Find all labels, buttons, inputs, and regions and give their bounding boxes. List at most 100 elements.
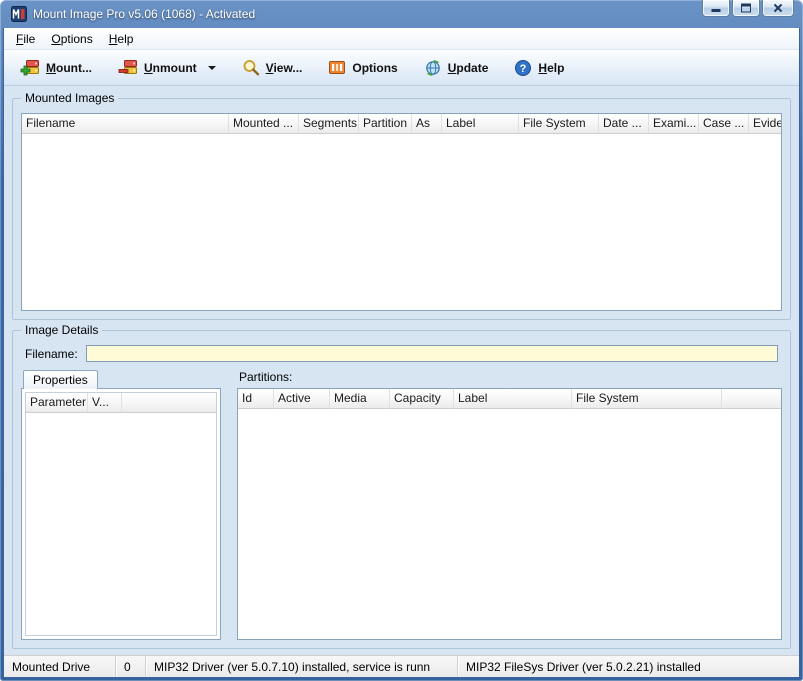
view-icon [243, 60, 259, 76]
column-partition[interactable]: Partition [359, 114, 412, 134]
unmount-dropdown-arrow[interactable] [207, 65, 216, 70]
column-as[interactable]: As [412, 114, 442, 134]
properties-tabstrip: Properties [21, 370, 221, 389]
properties-list[interactable]: Parameter V... [25, 392, 217, 636]
properties-header-filler [122, 393, 216, 413]
unmount-accel: U [144, 60, 153, 75]
window-controls [702, 0, 794, 17]
mount-button-label: Mount... [46, 61, 92, 75]
column-partition-file-system[interactable]: File System [572, 389, 722, 409]
options-button-label: Options [352, 61, 397, 75]
update-rest: pdate [456, 60, 489, 75]
mounted-images-header: Filename Mounted ... Segments Partition … [22, 114, 781, 134]
mount-button[interactable]: Mount... [9, 53, 103, 82]
update-button-label: Update [448, 61, 489, 75]
menu-help[interactable]: Help [101, 30, 142, 48]
update-icon [425, 59, 440, 76]
properties-tabpanel: Parameter V... [21, 388, 221, 640]
client-area: File Options Help Mount... Unmount View.… [3, 28, 800, 678]
image-details-group: Image Details Filename: Properties Param… [12, 323, 791, 649]
filename-input[interactable] [85, 345, 778, 362]
menu-file[interactable]: File [8, 30, 43, 48]
column-partition-label[interactable]: Label [454, 389, 572, 409]
unmount-button[interactable]: Unmount [107, 53, 227, 82]
view-rest: iew... [273, 60, 303, 75]
details-row: Properties Parameter V... Partitions: Id… [21, 370, 782, 640]
maximize-button[interactable] [732, 0, 760, 17]
help-button[interactable]: ? Help [503, 53, 575, 83]
horizontal-splitter[interactable] [4, 320, 799, 330]
unmount-rest: nmount [152, 60, 197, 75]
mount-rest: ount... [56, 60, 92, 75]
close-icon [773, 3, 783, 13]
partitions-label: Partitions: [239, 370, 293, 384]
menu-file-label: File [16, 32, 35, 46]
content-area: Mounted Images Filename Mounted ... Segm… [4, 86, 799, 655]
title-bar[interactable]: Mount Image Pro v5.06 (1068) - Activated [3, 0, 800, 28]
help-accel: H [538, 60, 548, 75]
unmount-button-label: Unmount [144, 61, 197, 75]
minimize-button[interactable] [702, 0, 730, 17]
column-active[interactable]: Active [274, 389, 330, 409]
vertical-splitter[interactable] [221, 370, 237, 640]
column-id[interactable]: Id [238, 389, 274, 409]
column-label[interactable]: Label [442, 114, 519, 134]
partitions-header: Id Active Media Capacity Label File Syst… [238, 389, 781, 409]
status-mounted-drive-label: Mounted Drive [4, 656, 116, 677]
help-rest: elp [547, 60, 565, 75]
status-filesys-driver: MIP32 FileSys Driver (ver 5.0.2.21) inst… [466, 659, 701, 674]
column-value[interactable]: V... [88, 393, 122, 413]
help-icon: ? [515, 59, 532, 76]
partitions-header-filler [722, 389, 781, 409]
window-title: Mount Image Pro v5.06 (1068) - Activated [33, 7, 256, 21]
close-button[interactable] [762, 0, 794, 17]
mount-accel: M [46, 60, 56, 75]
help-button-label: Help [538, 61, 564, 75]
column-date[interactable]: Date ... [599, 114, 649, 134]
minimize-icon [711, 9, 721, 12]
status-mip32-driver: MIP32 Driver (ver 5.0.7.10) installed, s… [146, 656, 458, 677]
image-details-group-label: Image Details [21, 323, 103, 338]
properties-header: Parameter V... [26, 393, 216, 413]
column-evidence[interactable]: Evide... [749, 114, 781, 134]
mounted-images-body[interactable] [22, 134, 781, 310]
menu-options[interactable]: Options [43, 30, 100, 48]
column-capacity[interactable]: Capacity [390, 389, 454, 409]
properties-pane: Properties Parameter V... [21, 370, 221, 640]
column-case[interactable]: Case ... [699, 114, 749, 134]
options-rest: Options [352, 60, 398, 75]
app-icon [11, 6, 27, 22]
view-button-label: View... [266, 61, 303, 75]
properties-body[interactable] [26, 413, 216, 635]
menu-help-rest: elp [117, 31, 134, 46]
menu-options-label: Options [51, 32, 92, 46]
partitions-list[interactable]: Id Active Media Capacity Label File Syst… [237, 388, 782, 640]
menu-bar: File Options Help [4, 28, 799, 50]
status-bar: Mounted Drive 0 MIP32 Driver (ver 5.0.7.… [4, 655, 799, 677]
filename-label: Filename: [25, 346, 78, 361]
mount-icon [20, 60, 39, 76]
column-file-system[interactable]: File System [519, 114, 599, 134]
mounted-images-list[interactable]: Filename Mounted ... Segments Partition … [21, 113, 782, 311]
view-button[interactable]: View... [231, 53, 314, 82]
column-mounted[interactable]: Mounted ... [229, 114, 299, 134]
column-parameter[interactable]: Parameter [26, 393, 88, 413]
status-mounted-drive-count: 0 [116, 656, 146, 677]
update-button[interactable]: Update [413, 53, 500, 83]
menu-help-label: Help [109, 32, 134, 46]
options-button[interactable]: Options [317, 53, 408, 82]
column-filename[interactable]: Filename [22, 114, 229, 134]
column-media[interactable]: Media [330, 389, 390, 409]
tab-properties[interactable]: Properties [23, 370, 98, 389]
mounted-images-group: Mounted Images Filename Mounted ... Segm… [12, 91, 791, 320]
filename-row: Filename: [25, 345, 778, 362]
svg-text:?: ? [520, 63, 527, 75]
options-icon [329, 61, 346, 74]
app-window: Mount Image Pro v5.06 (1068) - Activated… [0, 0, 803, 681]
mounted-images-group-label: Mounted Images [21, 91, 119, 106]
partitions-body[interactable] [238, 409, 781, 639]
partitions-pane: Partitions: Id Active Media Capacity Lab… [237, 370, 782, 640]
unmount-icon [118, 60, 137, 74]
column-segments[interactable]: Segments [299, 114, 359, 134]
column-examiner[interactable]: Exami... [649, 114, 699, 134]
